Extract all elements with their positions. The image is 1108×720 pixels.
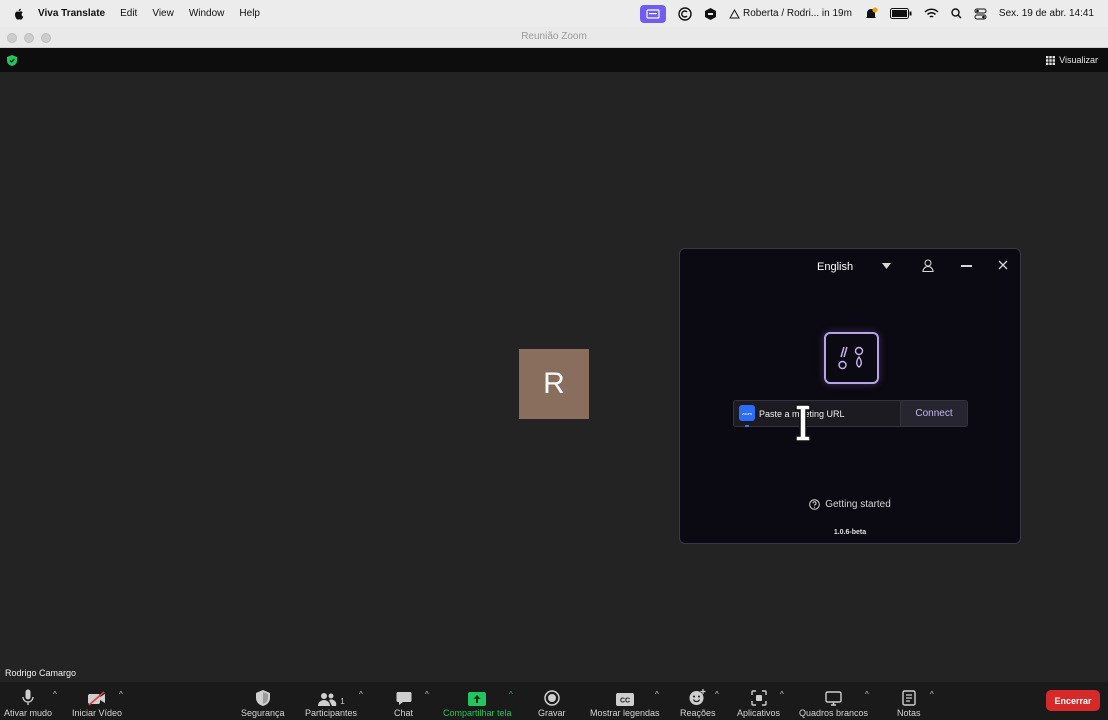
share-screen-icon xyxy=(468,692,487,706)
notes-button[interactable]: Notas xyxy=(897,682,921,720)
video-options-chevron-icon[interactable]: ^ xyxy=(119,690,123,699)
connect-button[interactable]: Connect xyxy=(900,401,967,426)
getting-started-label: Getting started xyxy=(825,499,891,510)
notes-icon xyxy=(902,690,916,706)
menubar-datetime[interactable]: Sex. 19 de abr. 14:41 xyxy=(999,8,1094,19)
whiteboards-button[interactable]: Quadros brancos xyxy=(799,682,868,720)
hexagon-app-icon[interactable] xyxy=(704,7,717,21)
show-captions-label: Mostrar legendas xyxy=(590,708,660,718)
whiteboard-icon xyxy=(825,691,842,706)
macos-menubar: Viva Translate Edit View Window Help Rob… xyxy=(0,0,1108,27)
apps-options-chevron-icon[interactable]: ^ xyxy=(780,690,784,699)
chat-button[interactable]: Chat xyxy=(394,682,413,720)
menu-view[interactable]: View xyxy=(152,8,174,19)
notes-label: Notas xyxy=(897,708,921,718)
record-label: Gravar xyxy=(538,708,566,718)
chat-options-chevron-icon[interactable]: ^ xyxy=(425,690,429,699)
zoom-toolbar: Ativar mudo ^ Iniciar Vídeo ^ Segurança … xyxy=(0,682,1108,720)
participants-icon xyxy=(318,693,337,706)
reactions-button[interactable]: Reações xyxy=(680,682,716,720)
grammarly-icon[interactable] xyxy=(678,6,692,21)
mute-label: Ativar mudo xyxy=(4,708,53,718)
end-meeting-button[interactable]: Encerrar xyxy=(1046,690,1100,711)
getting-started-link[interactable]: Getting started xyxy=(680,499,1020,510)
record-button[interactable]: Gravar xyxy=(538,682,566,720)
security-button[interactable]: Segurança xyxy=(241,682,285,720)
calendar-event[interactable]: Roberta / Rodri... in 19m xyxy=(729,8,852,19)
participants-label: Participantes xyxy=(305,708,358,718)
loading-indicator xyxy=(745,425,749,427)
participants-button[interactable]: 1 Participantes xyxy=(305,682,357,720)
apps-button[interactable]: Aplicativos xyxy=(737,682,780,720)
text-cursor-icon xyxy=(795,404,811,442)
participant-avatar: R xyxy=(519,349,589,419)
app-version: 1.0.6-beta xyxy=(833,529,867,536)
battery-icon[interactable] xyxy=(889,8,912,19)
caret-down-icon[interactable] xyxy=(882,263,891,269)
minimize-icon[interactable] xyxy=(961,265,972,267)
participants-count: 1 xyxy=(340,697,345,706)
menu-window[interactable]: Window xyxy=(189,8,225,19)
svg-text:CC: CC xyxy=(620,698,630,705)
reactions-label: Reações xyxy=(680,708,716,718)
apps-label: Aplicativos xyxy=(737,708,781,718)
mute-options-chevron-icon[interactable]: ^ xyxy=(53,690,57,699)
whiteboards-label: Quadros brancos xyxy=(799,708,869,718)
share-screen-label: Compartilhar tela xyxy=(443,708,512,718)
share-screen-button[interactable]: Compartilhar tela xyxy=(443,682,512,720)
record-icon xyxy=(544,690,560,706)
meeting-url-input[interactable] xyxy=(759,405,899,422)
window-title: Reunião Zoom xyxy=(521,31,587,42)
mute-button[interactable]: Ativar mudo xyxy=(4,682,52,720)
zoom-logo-icon: zoom xyxy=(739,405,755,421)
encryption-shield-icon[interactable] xyxy=(7,55,17,66)
viva-translate-status-icon[interactable] xyxy=(639,4,666,23)
microphone-icon xyxy=(22,689,34,705)
close-icon[interactable] xyxy=(998,260,1008,270)
security-label: Segurança xyxy=(241,708,285,718)
menu-help[interactable]: Help xyxy=(239,8,260,19)
calendar-event-text: Roberta / Rodri... in 19m xyxy=(742,8,852,19)
captions-options-chevron-icon[interactable]: ^ xyxy=(655,690,659,699)
control-center-icon[interactable] xyxy=(974,8,987,20)
video-off-icon xyxy=(88,691,106,706)
reactions-options-chevron-icon[interactable]: ^ xyxy=(715,690,719,699)
viva-quote-icon xyxy=(837,346,863,370)
view-button-label: Visualizar xyxy=(1059,55,1098,65)
language-selector[interactable]: English xyxy=(817,261,853,273)
notes-options-chevron-icon[interactable]: ^ xyxy=(930,690,934,699)
window-titlebar: Reunião Zoom xyxy=(0,27,1108,48)
notification-bell-icon[interactable] xyxy=(864,7,878,21)
start-video-label: Iniciar Vídeo xyxy=(72,708,123,718)
apple-icon[interactable] xyxy=(12,7,26,21)
start-video-button[interactable]: Iniciar Vídeo xyxy=(72,682,122,720)
show-captions-button[interactable]: CC Mostrar legendas xyxy=(590,682,660,720)
chat-label: Chat xyxy=(394,708,414,718)
user-account-icon[interactable] xyxy=(922,259,934,272)
zoom-header: Visualizar xyxy=(0,48,1108,72)
viva-logo xyxy=(824,332,879,384)
viva-translate-window: English zoom Connect Getting started 1.0… xyxy=(679,248,1021,544)
security-shield-icon xyxy=(255,690,270,706)
share-options-chevron-icon[interactable]: ^ xyxy=(509,690,513,699)
spotlight-search-icon[interactable] xyxy=(951,8,962,19)
meeting-url-box: zoom Connect xyxy=(733,400,968,427)
help-circle-icon xyxy=(809,499,821,510)
grid-icon xyxy=(1046,55,1056,65)
closed-captions-icon: CC xyxy=(615,693,634,706)
wifi-icon[interactable] xyxy=(924,8,939,19)
whiteboards-options-chevron-icon[interactable]: ^ xyxy=(865,690,869,699)
menu-edit[interactable]: Edit xyxy=(120,8,137,19)
participants-options-chevron-icon[interactable]: ^ xyxy=(359,690,363,699)
chat-bubble-icon xyxy=(396,692,411,705)
apps-icon xyxy=(750,690,767,706)
warning-triangle-icon xyxy=(729,8,740,18)
view-button[interactable]: Visualizar xyxy=(1046,55,1098,65)
participant-name-label: Rodrigo Camargo xyxy=(5,668,77,678)
menu-app-name[interactable]: Viva Translate xyxy=(38,8,105,19)
reaction-smiley-icon xyxy=(689,689,706,705)
